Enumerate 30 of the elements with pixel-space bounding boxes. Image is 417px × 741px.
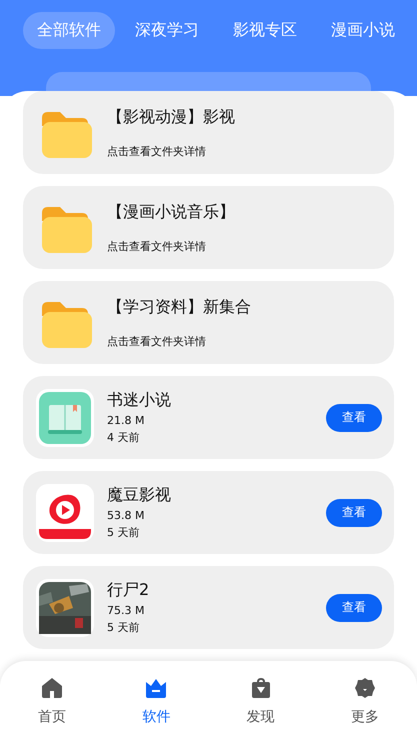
view-button[interactable]: 查看 xyxy=(326,594,382,622)
update-time: 5 天前 xyxy=(107,525,140,540)
folder-hint: 点击查看文件夹详情 xyxy=(107,144,207,158)
folder-hint: 点击查看文件夹详情 xyxy=(107,238,207,254)
app-size: 21.8 M xyxy=(107,414,146,427)
app-size: 53.8 M xyxy=(107,509,146,522)
view-button[interactable]: 查看 xyxy=(326,404,382,432)
app-card[interactable]: 魔豆影视 53.8 M 5 天前 查看 xyxy=(23,471,394,554)
nav-item[interactable]: 发现 xyxy=(230,676,291,726)
folder-card[interactable]: 【漫画小说音乐】 点击查看文件夹详情 xyxy=(23,186,394,269)
folder-title: 【漫画小说音乐】 xyxy=(107,202,236,222)
folder-hint: 点击查看文件夹详情 xyxy=(107,334,207,348)
app-card[interactable]: 行尸2 75.3 M 5 天前 查看 xyxy=(23,566,394,649)
app-name: 魔豆影视 xyxy=(107,485,172,506)
home-icon xyxy=(40,676,64,700)
nav-item[interactable]: 更多 xyxy=(334,676,395,726)
app-size: 75.3 M xyxy=(107,604,146,617)
folder-title: 【学习资料】新集合 xyxy=(107,296,252,318)
folder-title: 【影视动漫】影视 xyxy=(107,106,236,128)
update-time: 4 天前 xyxy=(107,430,140,445)
folder-card[interactable]: 【影视动漫】影视 点击查看文件夹详情 xyxy=(23,91,394,174)
app-name: 行尸2 xyxy=(107,580,150,601)
book-icon xyxy=(39,392,91,444)
update-time: 5 天前 xyxy=(107,620,140,635)
view-button[interactable]: 查看 xyxy=(326,498,382,526)
folder-card[interactable]: 【学习资料】新集合 点击查看文件夹详情 xyxy=(23,281,394,364)
app-card[interactable]: 书迷小说 21.8 M 4 天前 查看 xyxy=(23,376,394,459)
app-name: 书迷小说 xyxy=(107,390,172,411)
nav-item[interactable]: 软件 xyxy=(126,676,186,726)
nav-item[interactable]: 首页 xyxy=(22,676,82,726)
